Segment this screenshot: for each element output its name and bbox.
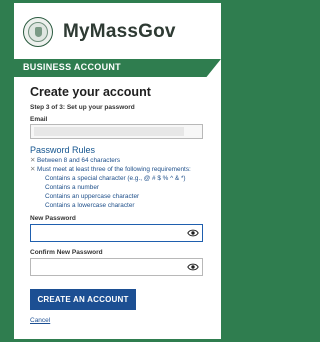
header: MyMassGov [23,16,176,48]
step-indicator: Step 3 of 3: Set up your password [30,104,135,111]
email-label: Email [30,116,48,123]
sub-rule-uppercase: Contains an uppercase character [45,193,140,200]
brand-name: MyMassGov [63,21,176,42]
show-confirm-password-eye-icon[interactable] [187,262,199,272]
show-password-eye-icon[interactable] [187,228,199,238]
sub-rule-number: Contains a number [45,184,99,191]
massachusetts-seal-icon [23,17,53,47]
sub-rule-lowercase: Contains a lowercase character [45,202,135,209]
confirm-password-label: Confirm New Password [30,249,103,256]
page-title: Create your account [30,85,151,99]
confirm-password-field[interactable] [30,258,203,276]
x-icon: ✕ [30,157,36,164]
rule-requirements-text: Must meet at least three of the followin… [37,166,191,173]
cancel-link[interactable]: Cancel [30,317,50,324]
password-rules-title: Password Rules [30,145,96,155]
new-password-field[interactable] [30,224,203,242]
x-icon: ✕ [30,166,36,173]
account-card: MyMassGov BUSINESS ACCOUNT Create your a… [14,3,221,339]
rule-requirements: ✕ Must meet at least three of the followi… [30,166,191,174]
business-account-banner: BUSINESS ACCOUNT [14,59,221,77]
email-value [34,127,184,136]
new-password-label: New Password [30,215,76,222]
sub-rule-special: Contains a special character (e.g., @ # … [45,175,186,182]
banner-label: BUSINESS ACCOUNT [23,62,121,72]
email-field[interactable] [30,124,203,139]
create-account-button[interactable]: CREATE AN ACCOUNT [30,289,136,310]
rule-length: ✕ Between 8 and 64 characters [30,157,120,165]
rule-length-text: Between 8 and 64 characters [37,157,121,164]
